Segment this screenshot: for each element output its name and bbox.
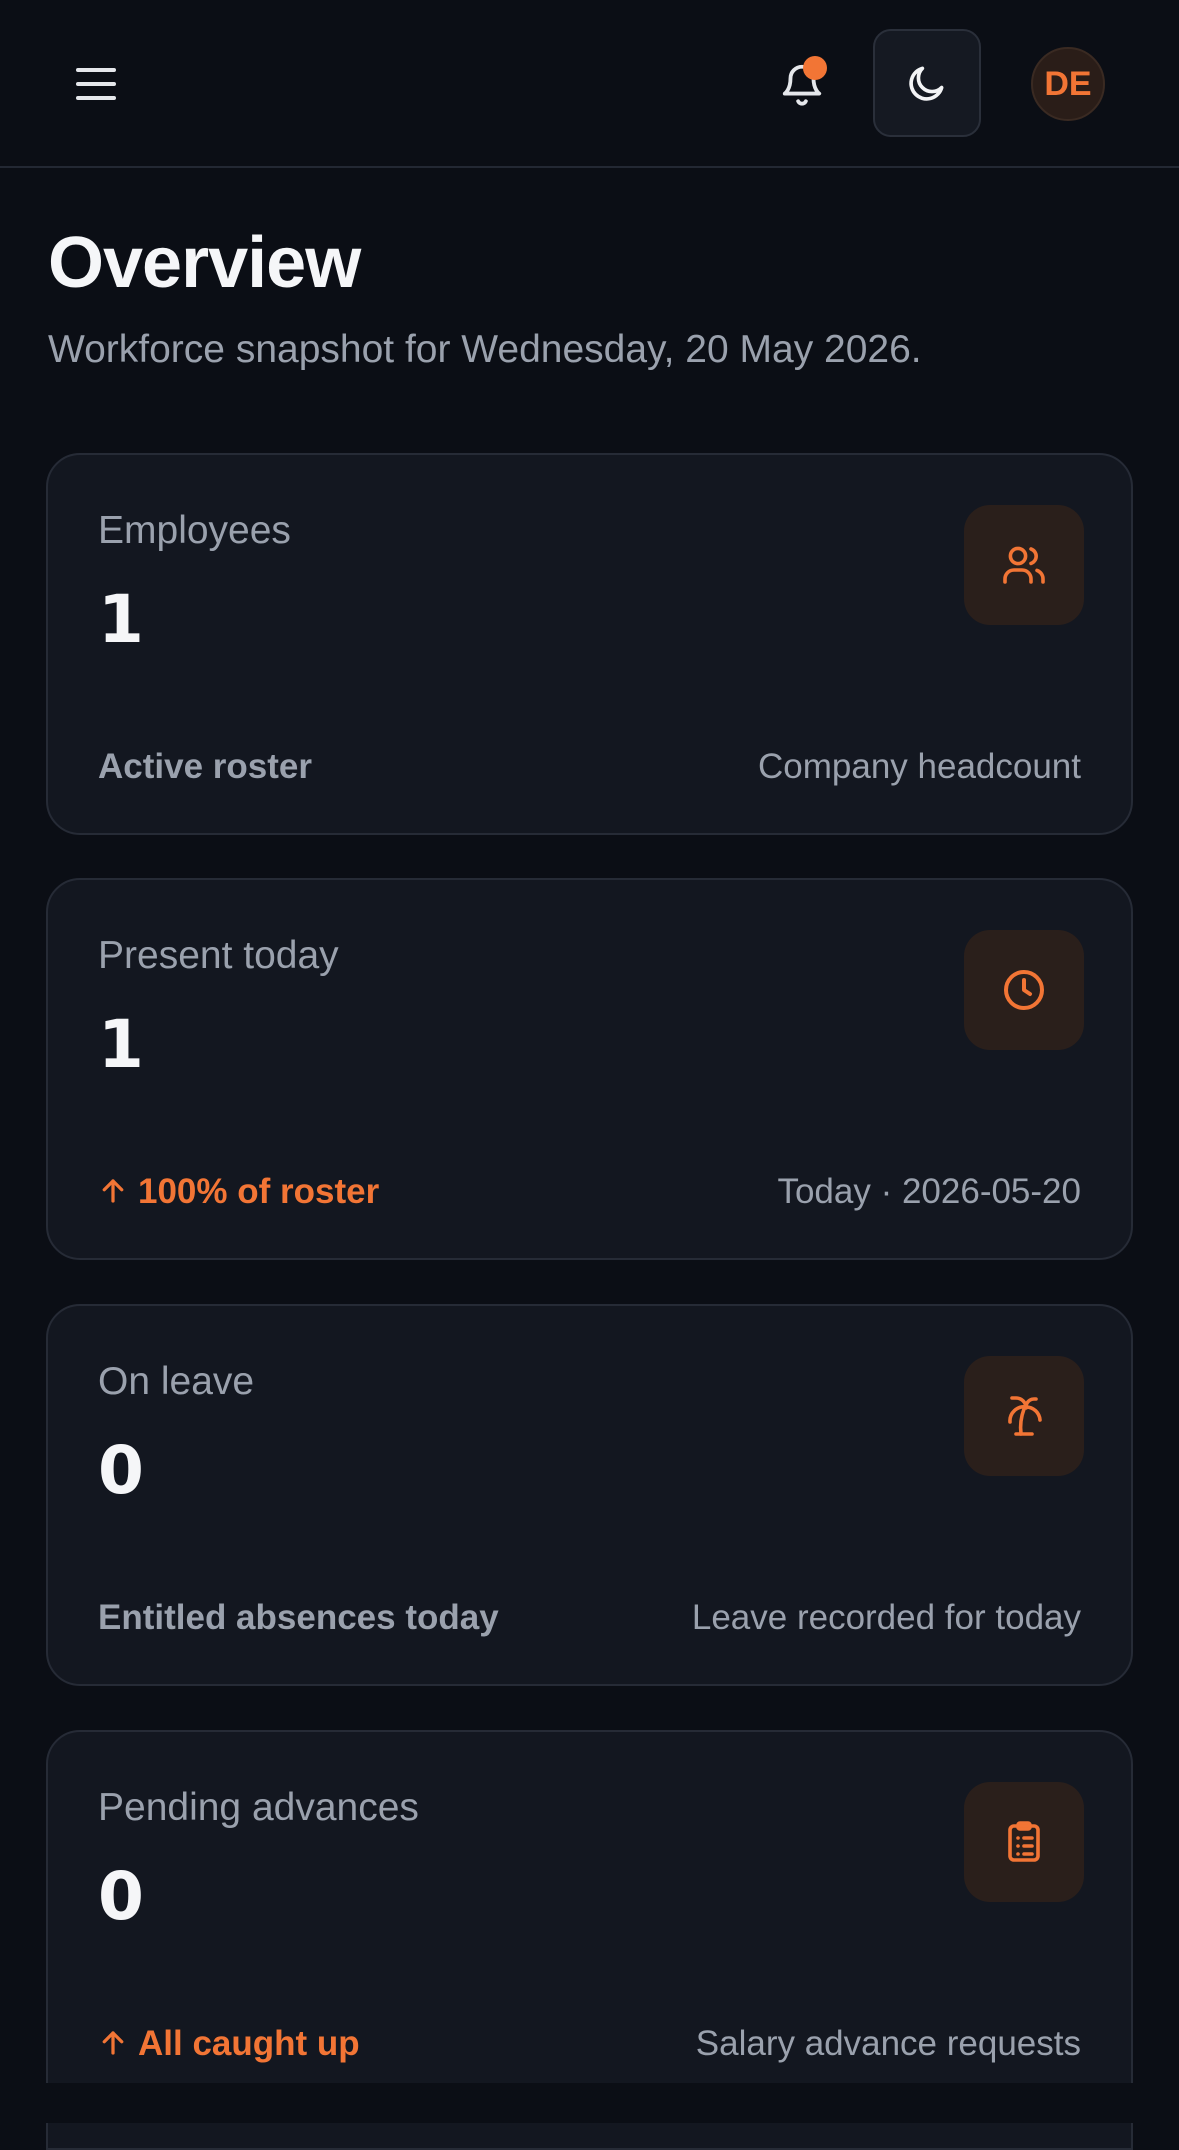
users-icon [1003,546,1045,584]
arrow-up-icon [102,2031,124,2055]
moon-icon [909,66,944,101]
card-label: Present today [98,934,339,977]
on-leave-card[interactable]: On leave 0 Entitled absences today Leave… [46,1304,1133,1686]
card-label: Pending advances [98,1786,419,1829]
card-trend: All caught up [98,2024,360,2064]
arrow-up-icon [102,1179,124,1203]
card-trend: 100% of roster [98,1172,379,1212]
card-caption: Company headcount [758,747,1081,786]
card-icon-box [964,505,1084,625]
card-icon-box [964,1782,1084,1902]
card-value: 1 [98,1006,144,1083]
card-caption: Leave recorded for today [691,1598,1081,1637]
top-bar: DE [0,0,1179,168]
card-footnote: Active roster [98,747,312,786]
clipboard-list-icon [1008,1821,1040,1862]
card-label: Employees [98,509,291,552]
employees-card[interactable]: Employees 1 Active roster Company headco… [46,453,1133,835]
trend-label: All caught up [138,2024,360,2063]
card-value: 0 [98,1858,144,1935]
bottom-edge [0,2083,1179,2123]
palm-tree-icon [1008,1396,1042,1436]
clock-icon [1004,970,1044,1010]
card-footnote: Entitled absences today [98,1598,499,1637]
user-avatar[interactable]: DE [1031,47,1105,121]
hamburger-menu-icon [76,68,116,100]
card-value: 1 [98,581,144,658]
card-value: 0 [98,1432,144,1509]
card-caption: Salary advance requests [695,2024,1081,2063]
page-title: Overview [48,223,361,303]
trend-label: 100% of roster [138,1172,380,1211]
card-label: On leave [98,1360,255,1403]
menu-button[interactable] [72,60,120,108]
present-today-card[interactable]: Present today 1 100% of roster Today · 2… [46,878,1133,1260]
notification-badge [803,56,827,80]
page-subtitle: Workforce snapshot for Wednesday, 20 May… [48,328,922,371]
card-icon-box [964,1356,1084,1476]
card-icon-box [964,930,1084,1050]
theme-toggle-button[interactable] [873,29,981,137]
card-caption: Today · 2026-05-20 [777,1172,1081,1211]
